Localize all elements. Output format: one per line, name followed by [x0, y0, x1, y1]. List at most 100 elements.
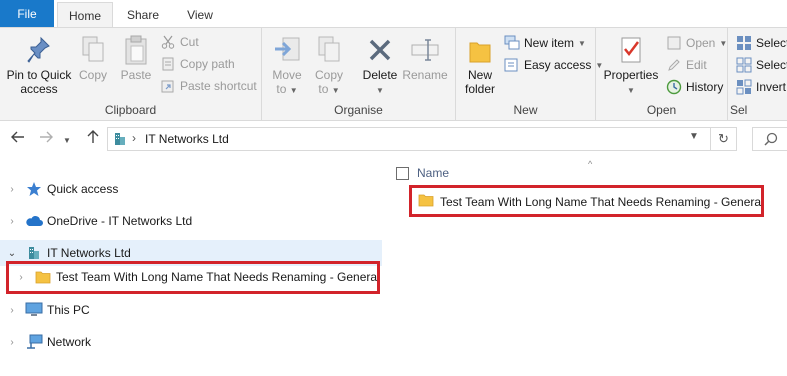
highlight-box-nav-item — [6, 261, 380, 294]
nav-label-this-pc: This PC — [47, 303, 90, 317]
select-none-icon — [736, 57, 752, 73]
properties-label: Properties — [603, 68, 659, 82]
address-row: ▼ › IT Networks Ltd ▼ ↻ — [0, 122, 787, 156]
copy-path-icon — [160, 56, 176, 72]
select-all-button[interactable]: Select — [736, 33, 787, 53]
rename-button[interactable]: Rename — [402, 32, 448, 82]
edit-label: Edit — [686, 58, 707, 72]
copy-label: Copy — [78, 68, 107, 82]
history-button[interactable]: History — [666, 77, 723, 97]
pin-label-line2: access — [20, 82, 58, 96]
chevron-down-icon[interactable]: ⌄ — [5, 248, 19, 259]
back-button[interactable] — [8, 130, 28, 148]
refresh-button[interactable]: ↻ — [710, 128, 736, 150]
select-all-icon — [736, 35, 752, 51]
cut-button[interactable]: Cut — [160, 32, 199, 52]
select-all-checkbox[interactable] — [396, 166, 409, 180]
search-input[interactable] — [752, 127, 787, 151]
new-folder-button[interactable]: New folder — [460, 32, 500, 96]
paste-shortcut-label: Paste shortcut — [180, 79, 257, 93]
move-to-icon — [268, 32, 306, 68]
ribbon: Pin to Quick access Copy Paste Cut Copy … — [0, 27, 787, 121]
copy-to-button[interactable]: Copy to ▼ — [310, 32, 348, 98]
easy-access-button[interactable]: Easy access ▼ — [504, 55, 603, 75]
tab-view[interactable]: View — [172, 2, 228, 28]
tab-home[interactable]: Home — [57, 2, 113, 28]
chevron-down-icon: ▼ — [63, 136, 71, 145]
copy-button[interactable]: Copy — [76, 32, 110, 82]
network-icon — [25, 334, 43, 350]
up-button[interactable] — [83, 130, 103, 148]
address-dropdown-icon[interactable]: ▼ — [686, 131, 702, 142]
organise-group-label: Organise — [334, 103, 383, 117]
sort-ascending-icon: ^ — [588, 159, 593, 169]
organise-group: Move to ▼ Copy to ▼ Delete ▼ Rename Orga… — [262, 28, 456, 120]
nav-item-quick-access[interactable]: › Quick access — [0, 176, 382, 202]
copy-path-label: Copy path — [180, 57, 235, 71]
chevron-down-icon: ▼ — [289, 86, 298, 95]
pin-label-line1: Pin to Quick — [6, 68, 72, 82]
select-group-label: Sel — [730, 103, 748, 117]
cut-label: Cut — [180, 35, 199, 49]
chevron-right-icon[interactable]: › — [5, 305, 19, 316]
invert-selection-button[interactable]: Invert — [736, 77, 786, 97]
move-to-button[interactable]: Move to ▼ — [268, 32, 306, 98]
paste-button[interactable]: Paste — [118, 32, 154, 82]
nav-label-quick-access: Quick access — [47, 182, 119, 196]
clipboard-group: Pin to Quick access Copy Paste Cut Copy … — [0, 28, 262, 120]
chevron-down-icon: ▼ — [719, 38, 728, 48]
open-button[interactable]: Open ▼ — [666, 33, 727, 53]
select-none-button[interactable]: Select — [736, 55, 787, 75]
new-item-button[interactable]: New item ▼ — [504, 33, 586, 53]
new-item-icon — [504, 35, 520, 51]
recent-locations-button[interactable]: ▼ — [60, 130, 74, 148]
nav-item-this-pc[interactable]: › This PC — [0, 297, 382, 323]
chevron-right-icon[interactable]: › — [5, 216, 19, 227]
invert-selection-icon — [736, 79, 752, 95]
new-folder-icon — [460, 32, 500, 68]
nav-item-onedrive[interactable]: › OneDrive - IT Networks Ltd — [0, 208, 382, 234]
delete-caret: ▼ — [360, 82, 400, 98]
properties-icon — [600, 32, 662, 68]
select-none-label: Select — [756, 58, 787, 72]
move-to-label-line1: Move — [272, 68, 302, 82]
easy-access-icon — [504, 57, 520, 73]
building-icon — [113, 132, 127, 149]
rename-icon — [402, 32, 448, 68]
delete-button[interactable]: Delete ▼ — [360, 32, 400, 98]
edit-button[interactable]: Edit — [666, 55, 707, 75]
copy-to-label-line1: Copy — [314, 68, 343, 82]
copy-path-button[interactable]: Copy path — [160, 54, 235, 74]
pin-to-quick-access-button[interactable]: Pin to Quick access — [4, 32, 74, 96]
new-group: New folder New item ▼ Easy access ▼ New — [456, 28, 603, 120]
paste-shortcut-button[interactable]: Paste shortcut — [160, 76, 257, 96]
highlight-box-list-item — [409, 185, 764, 217]
column-header-name[interactable]: Name — [396, 166, 449, 180]
address-bar[interactable]: › IT Networks Ltd ▼ ↻ — [107, 127, 737, 151]
building-icon — [25, 245, 43, 261]
forward-button[interactable] — [36, 130, 56, 148]
new-folder-label-line1: New — [467, 68, 492, 82]
arrow-right-icon — [39, 131, 53, 147]
tab-file[interactable]: File — [0, 0, 54, 28]
breadcrumb-chevron-icon[interactable]: › — [132, 131, 136, 145]
delete-x-icon — [360, 32, 400, 68]
nav-label-network: Network — [47, 335, 92, 349]
copy-to-icon — [310, 32, 348, 68]
tab-share[interactable]: Share — [117, 2, 169, 28]
history-icon — [666, 79, 682, 95]
paste-shortcut-icon — [160, 78, 176, 94]
chevron-down-icon: ▼ — [331, 86, 340, 95]
breadcrumb[interactable]: IT Networks Ltd — [145, 132, 229, 146]
star-icon — [25, 181, 43, 197]
chevron-right-icon[interactable]: › — [5, 184, 19, 195]
nav-item-network[interactable]: › Network — [0, 329, 382, 355]
properties-button[interactable]: Properties ▼ — [600, 32, 662, 98]
paste-label: Paste — [120, 68, 152, 82]
move-to-label-to: to — [276, 82, 287, 96]
open-group-label: Open — [646, 103, 677, 117]
open-group: Properties ▼ Open ▼ Edit History Open — [596, 28, 728, 120]
invert-selection-label: Invert — [756, 80, 787, 94]
chevron-right-icon[interactable]: › — [5, 337, 19, 348]
cloud-icon — [25, 213, 43, 229]
